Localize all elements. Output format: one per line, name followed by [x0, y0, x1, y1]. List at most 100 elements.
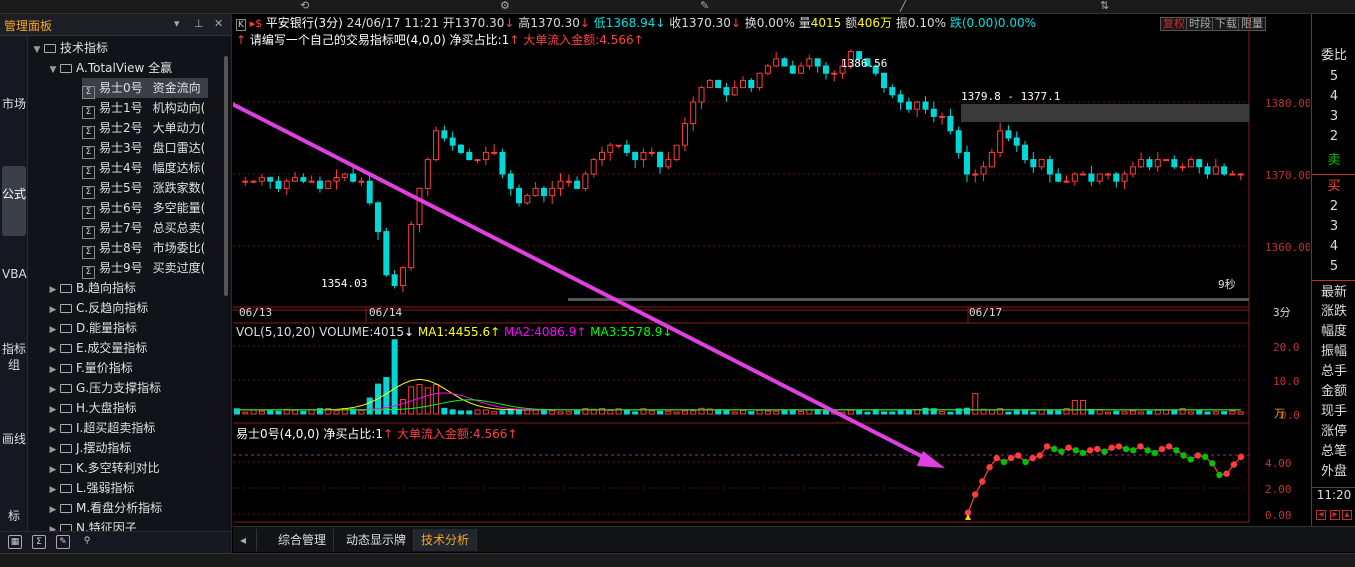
tree-item[interactable]: Σ 易士1号 机构动向( [82, 98, 208, 119]
tree-root[interactable]: ▼ 技术指标 [30, 38, 108, 58]
sell-level-3[interactable]: 3 [1312, 109, 1355, 124]
buy-level-3[interactable]: 3 [1312, 219, 1355, 234]
tree-group[interactable]: ▶ L.强弱指标 [46, 478, 135, 498]
tree-item[interactable]: Σ 易士7号 总买总卖( [82, 218, 208, 239]
expand-icon[interactable]: ▶ [46, 500, 60, 520]
buy-level-5[interactable]: 5 [1312, 259, 1355, 274]
tree-item[interactable]: Σ 易士8号 市场委比( [82, 238, 208, 259]
candle-body [366, 180, 373, 204]
volume-bar [1071, 399, 1078, 415]
expand-icon[interactable]: ▴ [1342, 510, 1352, 520]
tab-overview[interactable]: 综合管理 [271, 529, 335, 551]
tree-group[interactable]: ▶ C.反趋向指标 [46, 298, 149, 320]
volume-bar [598, 408, 605, 415]
indicator-point [971, 491, 979, 498]
line-icon[interactable]: ╱ [900, 0, 907, 12]
tree-group[interactable]: ▶ B.趋向指标 [46, 278, 137, 300]
candle-body [267, 177, 274, 182]
indicator-point [1216, 471, 1223, 479]
candle-body [673, 144, 680, 161]
tree-item[interactable]: Σ 易士0号 资金流向 [82, 78, 208, 99]
formula-icon[interactable]: Σ [32, 535, 46, 549]
grid-icon[interactable]: ▦ [8, 535, 22, 549]
pin-icon[interactable]: ⊥ [194, 17, 204, 30]
tab-dynamic-board[interactable]: 动态显示牌 [339, 529, 415, 551]
search-icon[interactable]: ⚲ [80, 535, 94, 549]
expand-icon[interactable]: ▶ [46, 460, 60, 480]
close-icon[interactable]: ✕ [214, 17, 223, 30]
expand-icon[interactable]: ▶ [46, 360, 60, 380]
tree-group[interactable]: ▶ G.压力支撑指标 [46, 378, 162, 400]
volume-bar [1055, 410, 1062, 415]
tree-scrollbar[interactable] [224, 56, 228, 296]
candle-body [1104, 173, 1111, 176]
refresh-icon[interactable]: ⟲ [300, 0, 309, 12]
volume-bar [607, 409, 614, 415]
tree-group-label: E.成交量指标 [76, 341, 148, 355]
panel-title: 管理面板 [4, 19, 53, 33]
tree-group-a[interactable]: ▼ A.TotalView 全赢 [46, 58, 173, 80]
field-current-volume: 现手 [1320, 404, 1347, 419]
tree-group[interactable]: ▶ J.摆动指标 [46, 438, 132, 460]
candle-body [1196, 159, 1203, 168]
chart-canvas[interactable]: 1386.56 1354.03 1379.8 - 1377.1 9秒 06/13… [233, 14, 1310, 526]
tree-group[interactable]: ▶ M.看盘分析指标 [46, 498, 163, 520]
vol-header: VOL(5,10,20) VOLUME:4015↓ MA1:4455.6↑ MA… [236, 325, 673, 339]
tab-technical-analysis[interactable]: 技术分析 [414, 529, 478, 551]
tree-group[interactable]: ▶ K.多空转利对比 [46, 458, 160, 478]
expand-icon[interactable]: ▶ [46, 340, 60, 360]
candle-body [715, 79, 722, 89]
sell-level-2[interactable]: 2 [1312, 129, 1355, 144]
dropdown-icon[interactable]: ▾ [174, 17, 180, 30]
tree-group[interactable]: ▶ H.大盘指标 [46, 398, 137, 418]
tree-item[interactable]: Σ 易士6号 多空能量( [82, 198, 208, 219]
draw-icon[interactable]: ✎ [700, 0, 709, 12]
tree-group[interactable]: ▶ F.量价指标 [46, 358, 133, 378]
vtab-indicator-group[interactable]: 指标组 [2, 341, 26, 373]
vtab-formula[interactable]: 公式 [2, 166, 26, 236]
tree-item[interactable]: Σ 易士5号 涨跌家数( [82, 178, 208, 199]
sell-level-4[interactable]: 4 [1312, 89, 1355, 104]
sell-level-5[interactable]: 5 [1312, 69, 1355, 84]
vtab-drawing[interactable]: 画线 [2, 431, 26, 447]
prev-icon[interactable]: ◂ [1316, 510, 1326, 520]
tree-group[interactable]: ▶ D.能量指标 [46, 318, 138, 340]
tree-group[interactable]: ▶ I.超买超卖指标 [46, 418, 156, 440]
tree-item[interactable]: Σ 易士9号 买卖过度( [82, 258, 208, 279]
settings-icon[interactable]: ⚙ [500, 0, 510, 12]
vtab-more[interactable]: 标 [2, 508, 26, 524]
collapse-icon[interactable]: ▼ [46, 60, 60, 80]
buy-sell-icon[interactable]: ⇅ [1100, 0, 1109, 12]
expand-icon[interactable]: ▶ [46, 280, 60, 300]
vtab-vba[interactable]: VBA [2, 266, 27, 282]
panel-header: 管理面板 ▾ ⊥ ✕ [0, 14, 231, 36]
expand-icon[interactable]: ▶ [46, 480, 60, 500]
collapse-icon[interactable]: ▼ [30, 40, 44, 60]
tree-item-desc: 盘口雷达( [152, 141, 206, 155]
volume-bar [449, 409, 456, 415]
candle-body [972, 173, 979, 176]
expand-icon[interactable]: ▶ [46, 420, 60, 440]
vtab-market[interactable]: 市场 [2, 96, 26, 112]
tree-group[interactable]: ▶ E.成交量指标 [46, 338, 148, 360]
expand-icon[interactable]: ▶ [46, 380, 60, 400]
expand-icon[interactable]: ▶ [46, 320, 60, 340]
expand-icon[interactable]: ▶ [46, 300, 60, 320]
expand-icon[interactable]: ▶ [46, 440, 60, 460]
volume-bar [972, 393, 979, 415]
tree-item-desc: 大单动力( [152, 121, 206, 135]
tree-item[interactable]: Σ 易士3号 盘口雷达( [82, 138, 208, 159]
top-toolbar: ⟲ ⚙ ✎ ╱ ⇅ [0, 0, 1355, 14]
expand-icon[interactable]: ▶ [46, 400, 60, 420]
buy-level-2[interactable]: 2 [1312, 199, 1355, 214]
tree-item[interactable]: Σ 易士4号 幅度达标( [82, 158, 208, 179]
date-label-3: 06/17 [969, 306, 1002, 319]
next-icon[interactable]: ▸ [1330, 510, 1340, 520]
candle-body [764, 65, 771, 74]
tree-item[interactable]: Σ 易士2号 大单动力( [82, 118, 208, 139]
candle-body [242, 180, 249, 183]
buy-level-4[interactable]: 4 [1312, 239, 1355, 254]
edit-icon[interactable]: ✎ [56, 535, 70, 549]
volume-bar [773, 410, 780, 415]
tab-back-icon[interactable]: ◂ [233, 529, 257, 551]
